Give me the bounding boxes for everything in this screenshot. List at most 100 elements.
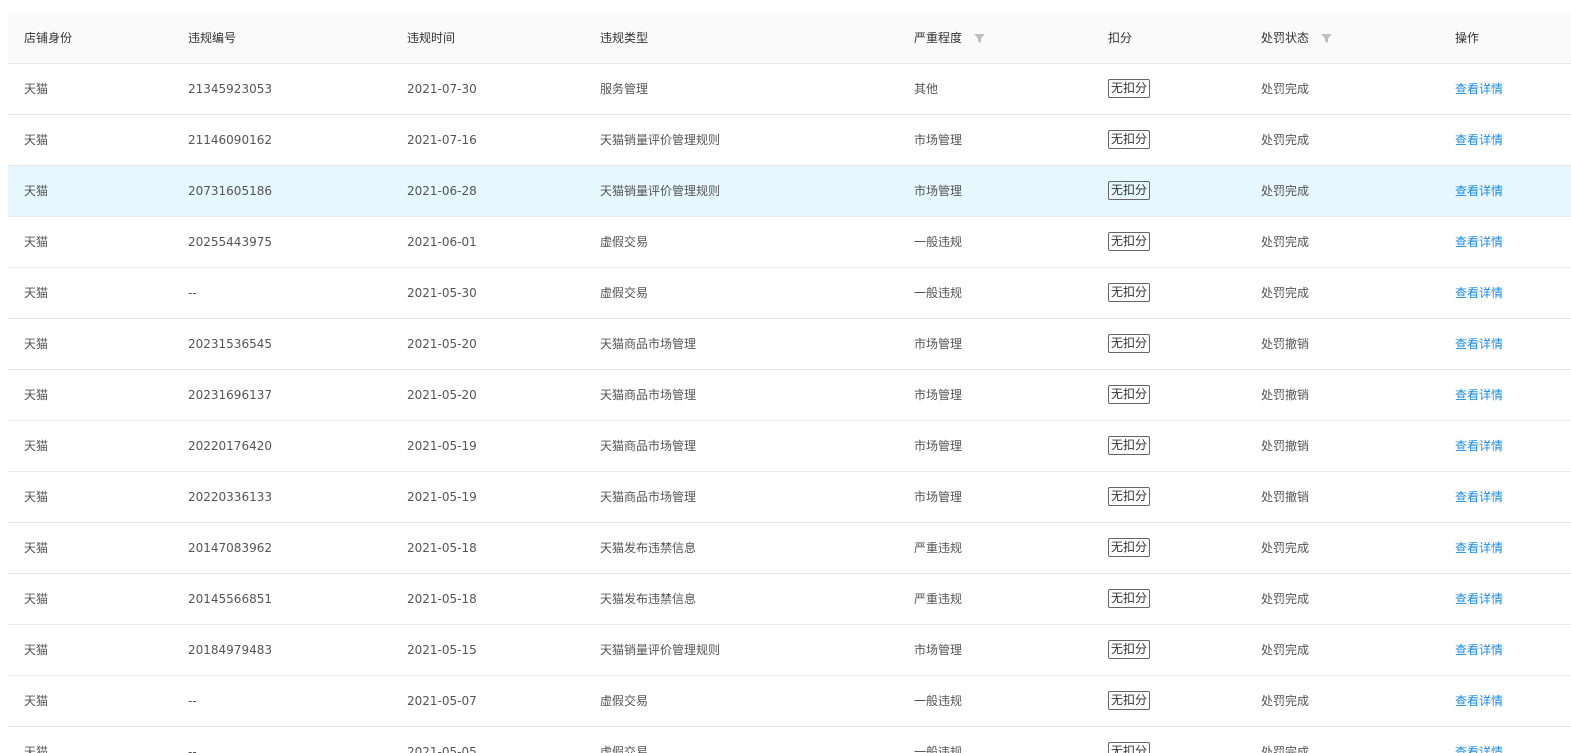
view-details-link[interactable]: 查看详情 — [1455, 184, 1503, 198]
cell-severity-text: 市场管理 — [914, 490, 963, 504]
deduction-badge: 无扣分 — [1108, 181, 1151, 200]
cell-violation-time-text: 2021-05-20 — [407, 387, 477, 402]
cell-violation-time-text: 2021-07-30 — [407, 81, 477, 96]
cell-penalty-status: 处罚完成 — [1245, 63, 1439, 115]
cell-violation-type-text: 天猫商品市场管理 — [600, 337, 697, 351]
cell-deduction: 无扣分 — [1092, 420, 1245, 472]
cell-penalty-status: 处罚完成 — [1245, 522, 1439, 574]
cell-action: 查看详情 — [1439, 471, 1571, 523]
table-row[interactable]: 天猫 20220336133 2021-05-19 天猫商品市场管理 市场管理 无扣分 处罚… — [8, 471, 1571, 523]
header-label: 严重程度 — [914, 31, 963, 46]
cell-violation-time-text: 2021-05-19 — [407, 438, 477, 453]
cell-shop-identity: 天猫 — [8, 114, 172, 166]
cell-severity-text: 其他 — [914, 82, 939, 96]
table-row[interactable]: 天猫 -- 2021-05-05 虚假交易 一般违规 无扣分 处罚完成 查看详情 — [8, 726, 1571, 753]
view-details-link[interactable]: 查看详情 — [1455, 235, 1503, 249]
view-details-link[interactable]: 查看详情 — [1455, 643, 1503, 657]
view-details-link[interactable]: 查看详情 — [1455, 490, 1503, 504]
cell-shop-identity: 天猫 — [8, 165, 172, 217]
cell-deduction: 无扣分 — [1092, 216, 1245, 268]
cell-shop-identity-text: 天猫 — [24, 235, 49, 249]
table-row[interactable]: 天猫 -- 2021-05-07 虚假交易 一般违规 无扣分 处罚完成 查看详情 — [8, 675, 1571, 727]
filter-icon[interactable] — [1320, 33, 1332, 44]
cell-violation-type-text: 天猫商品市场管理 — [600, 439, 697, 453]
table-row[interactable]: 天猫 -- 2021-05-30 虚假交易 一般违规 无扣分 处罚完成 查看详情 — [8, 267, 1571, 319]
deduction-badge: 无扣分 — [1108, 385, 1151, 404]
cell-penalty-status: 处罚完成 — [1245, 216, 1439, 268]
cell-violation-no: 20184979483 — [172, 624, 391, 676]
view-details-link[interactable]: 查看详情 — [1455, 337, 1503, 351]
cell-violation-time: 2021-05-20 — [391, 369, 584, 421]
view-details-link[interactable]: 查看详情 — [1455, 286, 1503, 300]
table-row[interactable]: 天猫 21345923053 2021-07-30 服务管理 其他 无扣分 处罚完成 查看详情 — [8, 63, 1571, 115]
cell-deduction: 无扣分 — [1092, 675, 1245, 727]
table-row[interactable]: 天猫 20255443975 2021-06-01 虚假交易 一般违规 无扣分 处罚完成 查看… — [8, 216, 1571, 268]
view-details-link[interactable]: 查看详情 — [1455, 439, 1503, 453]
cell-severity-text: 市场管理 — [914, 337, 963, 351]
table-row[interactable]: 天猫 20147083962 2021-05-18 天猫发布违禁信息 严重违规 无扣分 处罚… — [8, 522, 1571, 574]
cell-severity-text: 一般违规 — [914, 694, 963, 708]
view-details-link[interactable]: 查看详情 — [1455, 592, 1503, 606]
cell-violation-no: -- — [172, 675, 391, 727]
cell-shop-identity: 天猫 — [8, 675, 172, 727]
header-violation-time: 违规时间 — [391, 13, 584, 64]
cell-penalty-status-text: 处罚撤销 — [1261, 337, 1310, 351]
cell-action: 查看详情 — [1439, 267, 1571, 319]
cell-penalty-status: 处罚撤销 — [1245, 420, 1439, 472]
cell-shop-identity: 天猫 — [8, 216, 172, 268]
view-details-link[interactable]: 查看详情 — [1455, 745, 1503, 753]
table-header: 店铺身份 违规编号 违规时间 违规类型 严重程度 扣分 处罚状态 操作 — [8, 13, 1571, 64]
cell-violation-time-text: 2021-05-07 — [407, 693, 477, 708]
header-label: 处罚状态 — [1261, 31, 1310, 46]
table-row[interactable]: 天猫 20145566851 2021-05-18 天猫发布违禁信息 严重违规 无扣分 处罚… — [8, 573, 1571, 625]
violation-table: 店铺身份 违规编号 违规时间 违规类型 严重程度 扣分 处罚状态 操作 天猫 21… — [8, 13, 1571, 753]
view-details-link[interactable]: 查看详情 — [1455, 388, 1503, 402]
cell-violation-time-text: 2021-05-05 — [407, 744, 477, 753]
cell-severity: 一般违规 — [898, 726, 1092, 753]
cell-penalty-status: 处罚完成 — [1245, 624, 1439, 676]
cell-violation-type-text: 虚假交易 — [600, 235, 649, 249]
cell-action: 查看详情 — [1439, 216, 1571, 268]
cell-penalty-status: 处罚撤销 — [1245, 369, 1439, 421]
table-row[interactable]: 天猫 20184979483 2021-05-15 天猫销量评价管理规则 市场管理 无扣分… — [8, 624, 1571, 676]
view-details-link[interactable]: 查看详情 — [1455, 541, 1503, 555]
table-row[interactable]: 天猫 21146090162 2021-07-16 天猫销量评价管理规则 市场管理 无扣分… — [8, 114, 1571, 166]
view-details-link[interactable]: 查看详情 — [1455, 82, 1503, 96]
cell-action: 查看详情 — [1439, 522, 1571, 574]
cell-severity-text: 一般违规 — [914, 286, 963, 300]
cell-violation-type: 天猫销量评价管理规则 — [584, 165, 898, 217]
cell-violation-no-text: 20220176420 — [188, 438, 272, 453]
cell-violation-type: 虚假交易 — [584, 216, 898, 268]
view-details-link[interactable]: 查看详情 — [1455, 133, 1503, 147]
cell-violation-no-text: 20145566851 — [188, 591, 272, 606]
view-details-link[interactable]: 查看详情 — [1455, 694, 1503, 708]
header-shop-identity: 店铺身份 — [8, 13, 172, 64]
table-row[interactable]: 天猫 20731605186 2021-06-28 天猫销量评价管理规则 市场管理 无扣分… — [8, 165, 1571, 217]
cell-deduction: 无扣分 — [1092, 624, 1245, 676]
table-row[interactable]: 天猫 20231696137 2021-05-20 天猫商品市场管理 市场管理 无扣分 处罚… — [8, 369, 1571, 421]
header-label: 违规时间 — [407, 31, 456, 46]
cell-violation-time-text: 2021-05-15 — [407, 642, 477, 657]
cell-penalty-status-text: 处罚完成 — [1261, 592, 1310, 606]
cell-shop-identity-text: 天猫 — [24, 388, 49, 402]
cell-violation-type-text: 虚假交易 — [600, 745, 649, 753]
cell-shop-identity-text: 天猫 — [24, 82, 49, 96]
table-row[interactable]: 天猫 20220176420 2021-05-19 天猫商品市场管理 市场管理 无扣分 处罚… — [8, 420, 1571, 472]
deduction-badge: 无扣分 — [1108, 742, 1151, 753]
cell-shop-identity-text: 天猫 — [24, 541, 49, 555]
cell-violation-type: 天猫商品市场管理 — [584, 471, 898, 523]
cell-shop-identity-text: 天猫 — [24, 694, 49, 708]
cell-action: 查看详情 — [1439, 726, 1571, 753]
cell-violation-time-text: 2021-06-28 — [407, 183, 477, 198]
cell-deduction: 无扣分 — [1092, 369, 1245, 421]
cell-penalty-status: 处罚完成 — [1245, 267, 1439, 319]
filter-icon[interactable] — [973, 33, 985, 44]
table-row[interactable]: 天猫 20231536545 2021-05-20 天猫商品市场管理 市场管理 无扣分 处罚… — [8, 318, 1571, 370]
cell-penalty-status: 处罚撤销 — [1245, 318, 1439, 370]
cell-violation-time-text: 2021-07-16 — [407, 132, 477, 147]
cell-violation-no: -- — [172, 267, 391, 319]
header-row: 店铺身份 违规编号 违规时间 违规类型 严重程度 扣分 处罚状态 操作 — [8, 13, 1571, 64]
header-action: 操作 — [1439, 13, 1571, 64]
cell-shop-identity-text: 天猫 — [24, 490, 49, 504]
cell-violation-time: 2021-05-20 — [391, 318, 584, 370]
